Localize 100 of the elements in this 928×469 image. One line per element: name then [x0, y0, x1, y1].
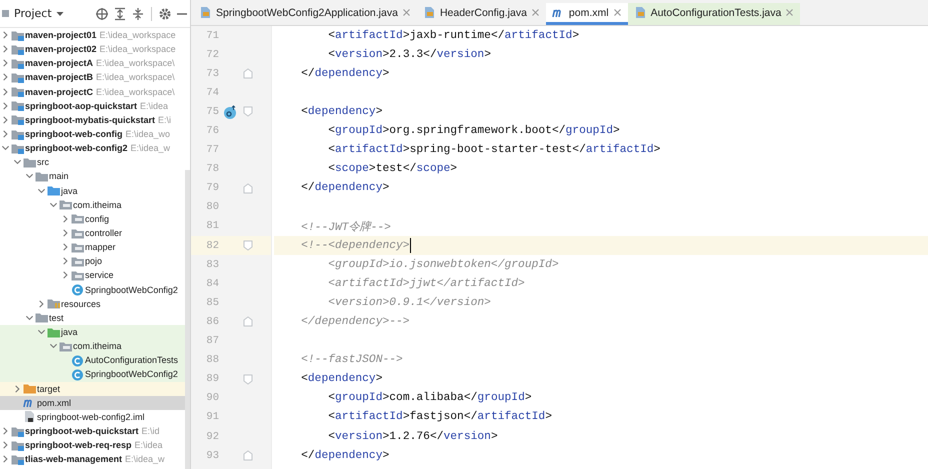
item-label: maven-project01 [25, 30, 97, 40]
tree-item[interactable]: springboot-web-config2 E:\idea_w [0, 141, 185, 156]
chevron-right-icon[interactable] [1, 440, 10, 450]
line-number: 81 [205, 220, 219, 232]
path-hint: E:\idea_wo [125, 129, 170, 140]
line-number: 84 [205, 278, 219, 290]
chevron-right-icon[interactable] [61, 242, 70, 252]
chevron-right-icon[interactable] [1, 86, 10, 97]
tree-item[interactable]: com.itheima [0, 339, 185, 354]
editor-tab[interactable]: SpringbootWebConfig2Application.java [193, 3, 417, 25]
editor-tab[interactable]: pom.xml [546, 3, 628, 25]
tree-item[interactable]: maven-projectC E:\idea_workspace\ [0, 84, 185, 99]
fold-marker-icon[interactable] [243, 68, 253, 80]
tree-item[interactable]: mapper [0, 240, 185, 254]
tree-item[interactable]: springboot-web-config2.iml [0, 410, 185, 424]
chevron-right-icon[interactable] [13, 384, 22, 394]
tree-item[interactable]: service [0, 268, 185, 283]
tree-item[interactable]: pojo [0, 254, 185, 268]
chevron-right-icon[interactable] [1, 100, 10, 111]
fold-marker-icon[interactable] [243, 106, 253, 118]
fold-marker-icon[interactable] [243, 240, 253, 252]
panel-title[interactable]: Project [14, 7, 52, 20]
chevron-right-icon[interactable] [37, 298, 46, 309]
item-label: target [37, 384, 60, 394]
tree-item[interactable]: test [0, 310, 185, 325]
tree-item[interactable]: maven-project02 E:\idea_workspace [0, 42, 185, 56]
item-label: maven-projectB [25, 72, 94, 82]
code-line: </dependency> [300, 182, 390, 194]
tree-item[interactable]: src [0, 155, 185, 170]
tree-item[interactable]: SpringbootWebConfig2 [0, 282, 185, 297]
chevron-right-icon[interactable] [1, 114, 10, 125]
fold-marker-icon[interactable] [243, 316, 253, 328]
package-icon [59, 340, 72, 353]
code-comment: <version>0.9.1</version> [327, 296, 491, 309]
fold-marker-icon[interactable] [243, 450, 253, 462]
tree-item[interactable]: springboot-web-quickstart E:\id [0, 424, 185, 438]
close-icon[interactable] [612, 8, 622, 17]
tree-item[interactable]: springboot-mybatis-quickstart E:\i [0, 112, 185, 127]
override-icon[interactable] [223, 104, 237, 119]
chevron-right-icon[interactable] [61, 256, 70, 266]
tree-item[interactable]: java [0, 184, 185, 198]
item-label: java [61, 186, 78, 196]
code-line: <groupId>org.springframework.boot</groupId> [327, 125, 620, 138]
code-line: <artifactId>fastjson</artifactId> [327, 411, 552, 424]
tree-item[interactable]: resources [0, 296, 185, 311]
tree-item[interactable]: springboot-web-config E:\idea_wo [0, 126, 185, 142]
chevron-right-icon[interactable] [1, 426, 10, 436]
tree-item[interactable]: pom.xml [0, 396, 185, 410]
chevron-right-icon[interactable] [1, 44, 10, 54]
package-icon [71, 212, 84, 226]
dropdown-caret-icon[interactable] [56, 10, 64, 18]
tree-item[interactable]: maven-project01 E:\idea_workspace [0, 28, 185, 42]
fold-marker-icon[interactable] [243, 374, 253, 385]
line-number: 75 [205, 106, 219, 118]
tree-item[interactable]: java [0, 324, 185, 340]
tree-item[interactable]: controller [0, 226, 185, 240]
expand-all-icon[interactable] [113, 6, 127, 20]
chevron-right-icon[interactable] [1, 129, 10, 140]
item-label: com.itheima [73, 200, 122, 210]
fold-marker-icon[interactable] [243, 182, 253, 194]
item-label: resources [61, 298, 101, 309]
chevron-right-icon[interactable] [1, 30, 10, 40]
tree-item[interactable]: SpringbootWebConfig2 [0, 367, 185, 382]
settings-icon[interactable] [158, 6, 172, 20]
tree-item[interactable]: com.itheima [0, 198, 185, 212]
tree-item[interactable]: AutoConfigurationTests [0, 353, 185, 368]
tree-item[interactable]: target [0, 382, 185, 396]
path-hint: E:\idea_w [130, 143, 170, 154]
line-number: 72 [205, 48, 219, 61]
collapse-all-icon[interactable] [131, 6, 145, 20]
close-icon[interactable] [530, 8, 540, 17]
tree-item[interactable]: springboot-aop-quickstart E:\idea [0, 98, 185, 113]
item-label: AutoConfigurationTests [85, 355, 178, 366]
tree-item[interactable]: main [0, 169, 185, 184]
chevron-right-icon[interactable] [61, 270, 70, 280]
tree-item[interactable]: config [0, 212, 185, 226]
item-label: springboot-web-req-resp [25, 440, 132, 450]
editor-tab[interactable]: AutoConfigurationTests.java [628, 3, 800, 25]
chevron-right-icon[interactable] [1, 454, 10, 464]
item-label: springboot-mybatis-quickstart [25, 114, 156, 125]
path-hint: E:\id [142, 426, 160, 436]
tree-item[interactable]: maven-projectB E:\idea_workspace\ [0, 70, 185, 85]
chevron-right-icon[interactable] [1, 72, 10, 82]
package-icon [71, 240, 84, 254]
chevron-right-icon[interactable] [61, 228, 70, 238]
chevron-right-icon[interactable] [61, 214, 70, 224]
editor-tab[interactable]: HeaderConfig.java [416, 3, 546, 25]
line-number: 79 [205, 182, 219, 194]
item-label: springboot-web-config2 [25, 143, 128, 154]
close-icon[interactable] [402, 8, 411, 17]
locate-icon[interactable] [95, 6, 109, 20]
line-number: 82 [205, 240, 219, 252]
chevron-right-icon[interactable] [1, 58, 10, 68]
scrollbar[interactable] [185, 170, 190, 469]
tree-item[interactable]: springboot-web-req-resp E:\idea [0, 438, 185, 452]
path-hint: E:\idea_workspace\ [96, 58, 175, 68]
tree-item[interactable]: tlias-web-management E:\idea_w [0, 452, 185, 466]
tree-item[interactable]: maven-projectA E:\idea_workspace\ [0, 56, 185, 70]
line-number: 92 [205, 430, 219, 443]
close-icon[interactable] [785, 8, 794, 17]
